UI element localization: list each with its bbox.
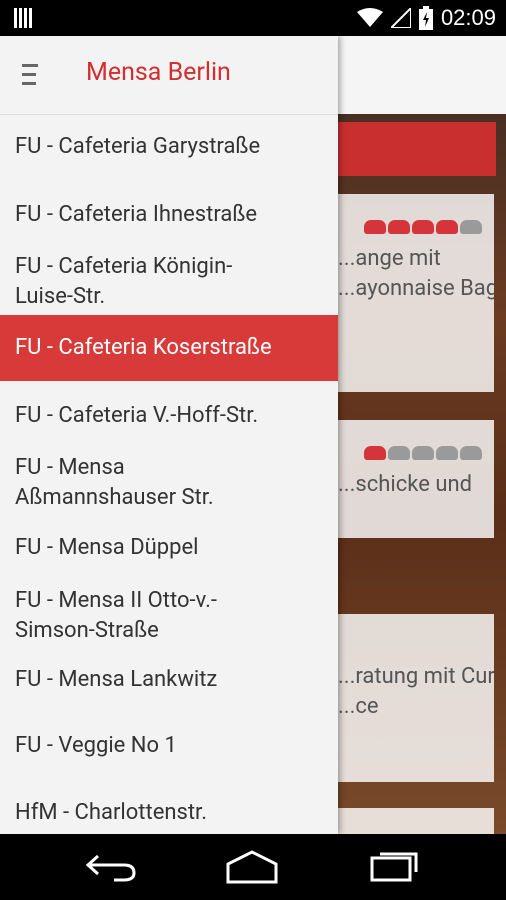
mensa-item[interactable]: HfM - Charlottenstr.: [0, 793, 338, 834]
card-text-line: ...ayonnaise Baguette: [338, 276, 494, 301]
mensa-item[interactable]: FU - Mensa II Otto-v.- Simson-Straße: [0, 581, 338, 661]
mensa-item[interactable]: FU - Cafeteria Ihnestraße: [0, 181, 338, 247]
card-text-line: ...ce: [338, 694, 379, 719]
back-icon[interactable]: [84, 848, 144, 888]
card-text-line: ...schicke und: [338, 472, 472, 497]
rating-icons: [364, 446, 482, 460]
mensa-item-selected[interactable]: FU - Cafeteria Koserstraße: [0, 315, 338, 381]
mensa-item[interactable]: FU - Veggie No 1: [0, 727, 338, 793]
signal-icon: [390, 8, 411, 28]
status-bar: 02:09: [0, 0, 506, 36]
mensa-item-label: FU - Cafeteria V.-Hoff-Str.: [15, 403, 259, 428]
wifi-icon: [356, 8, 383, 27]
card-text-line: ...ratung mit Curry: [338, 664, 494, 689]
mensa-item[interactable]: FU - Cafeteria Garystraße: [0, 115, 338, 181]
status-time: 02:09: [440, 5, 496, 30]
mensa-item-label: FU - Mensa: [15, 455, 125, 480]
content-header-bar: [338, 122, 496, 176]
mensa-item-label: FU - Veggie No 1: [15, 733, 177, 758]
card-text-line: ...ange mit: [338, 246, 441, 271]
mensa-item[interactable]: FU - Cafeteria V.-Hoff-Str.: [0, 381, 338, 447]
home-icon[interactable]: [222, 848, 282, 888]
mensa-item-label: FU - Cafeteria Garystraße: [15, 134, 261, 159]
recent-apps-icon[interactable]: [368, 848, 428, 888]
mensa-item-label: FU - Cafeteria Königin-: [15, 254, 233, 279]
mensa-item-label: FU - Mensa Düppel: [15, 535, 199, 560]
battery-charging-icon: [418, 6, 433, 30]
app-title: Mensa Berlin: [86, 58, 231, 87]
mensa-item[interactable]: FU - Mensa Lankwitz: [0, 661, 338, 727]
mensa-item[interactable]: FU - Cafeteria Königin- Luise-Str.: [0, 247, 338, 313]
menu-icon[interactable]: [22, 64, 42, 86]
mensa-item-label: Simson-Straße: [15, 618, 159, 643]
mensa-item-label: FU - Cafeteria Ihnestraße: [15, 202, 258, 227]
mensa-item[interactable]: FU - Mensa Aßmannshauser Str.: [0, 447, 338, 527]
menu-card[interactable]: ...ratung mit Curry ...ce: [338, 614, 494, 782]
system-nav-bar: [0, 834, 506, 900]
navigation-drawer: Mensa Berlin FU - Cafeteria Garystraße F…: [0, 36, 338, 834]
mensa-item[interactable]: FU - Mensa Düppel: [0, 527, 338, 581]
mensa-item-label: FU - Mensa II Otto-v.-: [15, 588, 217, 613]
menu-card[interactable]: ...ange mit ...ayonnaise Baguette: [338, 194, 494, 392]
mensa-item-label: FU - Mensa Lankwitz: [15, 667, 218, 692]
mensa-item-label: HfM - Charlottenstr.: [15, 800, 207, 825]
drawer-header: Mensa Berlin: [0, 36, 338, 115]
rating-icons: [364, 220, 482, 234]
mensa-item-label: FU - Cafeteria Koserstraße: [15, 335, 272, 360]
mensa-item-label: Luise-Str.: [15, 284, 106, 309]
menu-card[interactable]: ...schicke und: [338, 420, 494, 538]
mensa-item-label: Aßmannshauser Str.: [15, 485, 214, 510]
notification-icon: [14, 8, 36, 32]
